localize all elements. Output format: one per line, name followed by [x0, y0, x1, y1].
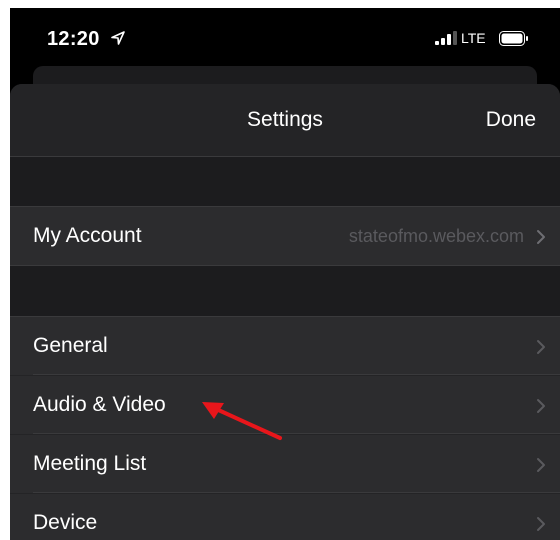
signal-bars-icon — [435, 31, 457, 45]
divider — [33, 374, 560, 375]
my-account-label: My Account — [33, 224, 142, 247]
chevron-right-icon — [537, 340, 545, 354]
done-button[interactable]: Done — [486, 108, 536, 132]
settings-item-general[interactable]: General — [10, 317, 560, 375]
section-spacer — [10, 266, 560, 316]
settings-item-label: Audio & Video — [33, 393, 166, 416]
section-spacer — [10, 157, 560, 206]
chevron-right-icon — [537, 399, 545, 413]
my-account-row[interactable]: My Account stateofmo.webex.com — [10, 207, 560, 265]
phone-screen: 12:20 LTE Settings Done My Account state… — [10, 8, 560, 540]
settings-item-label: Device — [33, 511, 98, 534]
account-domain: stateofmo.webex.com — [348, 226, 524, 246]
chevron-right-icon — [537, 458, 545, 472]
settings-item-audio-video[interactable]: Audio & Video — [10, 376, 560, 434]
navigation-bar: Settings Done — [10, 84, 560, 157]
location-arrow-icon — [111, 31, 125, 45]
settings-item-device[interactable]: Device — [10, 494, 560, 540]
settings-item-label: Meeting List — [33, 452, 147, 475]
chevron-right-icon — [537, 230, 545, 244]
battery-icon — [499, 31, 528, 46]
settings-item-label: General — [33, 334, 108, 357]
chevron-right-icon — [537, 517, 545, 531]
divider — [33, 492, 560, 493]
network-label: LTE — [461, 30, 486, 46]
settings-item-meeting-list[interactable]: Meeting List — [10, 435, 560, 493]
page-title: Settings — [247, 108, 323, 131]
divider — [33, 433, 560, 434]
settings-sheet: Settings Done My Account stateofmo.webex… — [10, 84, 560, 540]
status-time: 12:20 — [47, 28, 100, 50]
